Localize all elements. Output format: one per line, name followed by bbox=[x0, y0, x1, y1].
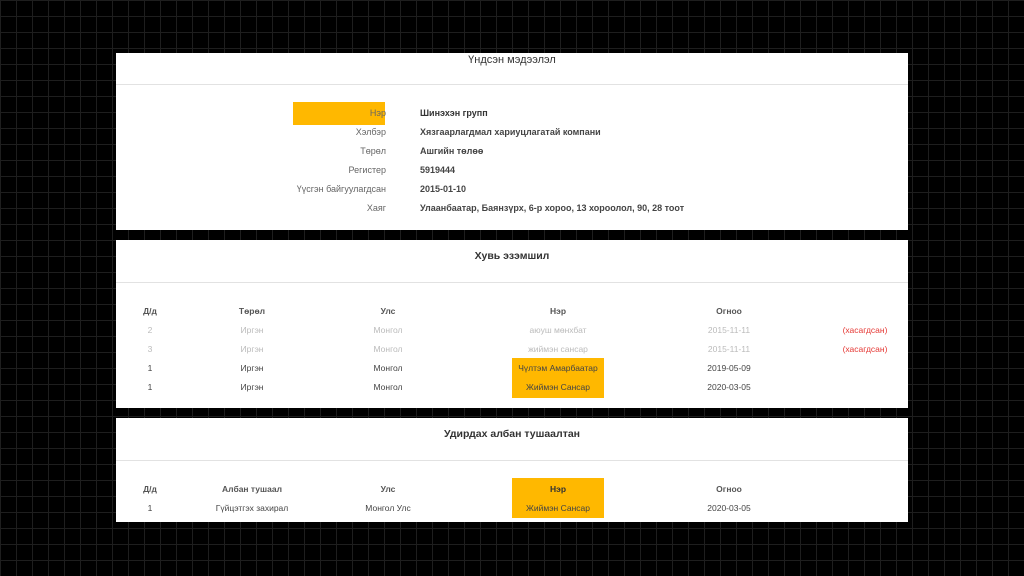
column-header: Улс bbox=[380, 484, 396, 494]
table-cell: 1 bbox=[147, 503, 153, 513]
table-cell: Жиймэн Сансар bbox=[526, 503, 590, 513]
table-cell: Монгол Улс bbox=[365, 503, 411, 513]
column-header: Огноо bbox=[716, 484, 742, 494]
officials-table: Д/д Албан тушаал Улс Нэр Огноо 1 Гүйцэтг… bbox=[0, 0, 1024, 576]
column-header: Нэр bbox=[549, 484, 567, 494]
column-header: Д/д bbox=[143, 484, 157, 494]
column-header: Албан тушаал bbox=[222, 484, 282, 494]
table-cell: 2020-03-05 bbox=[707, 503, 751, 513]
table-cell: Гүйцэтгэх захирал bbox=[215, 503, 289, 513]
